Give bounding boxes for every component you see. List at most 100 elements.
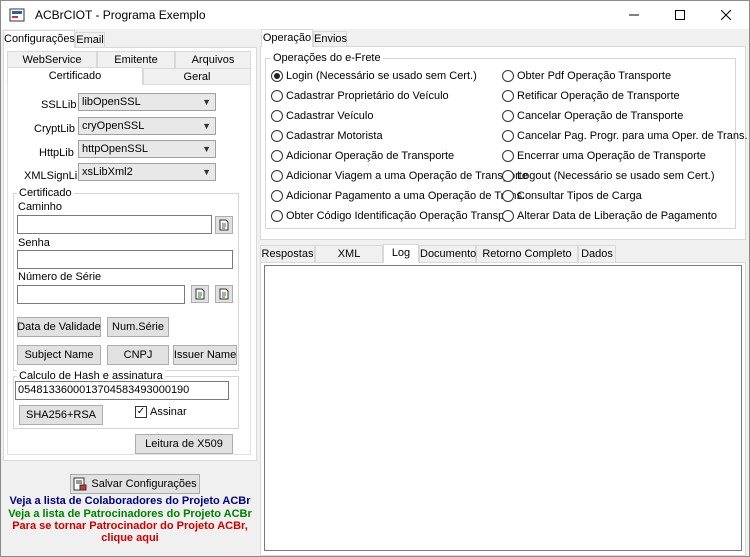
op-radio-col2-2[interactable]: Retificar Operação de Transporte [502,90,680,102]
maximize-icon[interactable] [657,1,703,29]
tornar-patrocinador-link[interactable]: Para se tornar Patrocinador do Projeto A… [1,520,259,532]
caminho-label: Caminho [18,201,63,213]
op-radio-col1-6[interactable]: Adicionar Viagem a uma Operação de Trans… [271,170,528,182]
op-radio-col2-1[interactable]: Obter Pdf Operação Transporte [502,70,671,82]
httplib-select[interactable]: httpOpenSSL ▼ [78,140,216,158]
cnpj-button[interactable]: CNPJ [107,345,169,365]
op-label: Login (Necessário se usado sem Cert.) [286,70,477,82]
tab-certificado[interactable]: Certificado [7,67,143,85]
tab-arquivos[interactable]: Arquivos [175,51,251,69]
op-label: Adicionar Operação de Transporte [286,150,455,162]
cryptlib-select[interactable]: cryOpenSSL ▼ [78,117,216,135]
window-title: ACBrCIOT - Programa Exemplo [35,8,206,22]
tab-geral[interactable]: Geral [143,68,251,85]
xmlsignlib-label: XMLSignLib [24,170,84,182]
radio-circle-icon [271,210,283,222]
op-label: Cadastrar Proprietário do Veículo [286,90,449,102]
leitura-x509-button[interactable]: Leitura de X509 [135,434,233,454]
title-bar: ACBrCIOT - Programa Exemplo [1,1,749,29]
radio-circle-icon [502,110,514,122]
subject-name-button[interactable]: Subject Name [17,345,101,365]
log-textarea[interactable] [264,265,742,551]
radio-circle-icon [502,150,514,162]
hash-input[interactable]: 05481336000137045834930001​90 [15,381,229,400]
tab-envios[interactable]: Envios [313,31,347,47]
httplib-label: HttpLib [39,147,74,159]
radio-circle-icon [271,90,283,102]
issuer-name-button[interactable]: Issuer Name [173,345,237,365]
radio-circle-icon [271,170,283,182]
tab-operacao[interactable]: Operação [261,29,313,47]
tab-documento[interactable]: Documento [419,245,476,263]
salvar-configuracoes-button[interactable]: Salvar Configurações [70,474,200,494]
tab-configuracoes[interactable]: Configurações [3,30,75,48]
app-window: ACBrCIOT - Programa Exemplo Configuraçõe… [0,0,750,557]
op-radio-col2-6[interactable]: Logout (Necessário se usado sem Cert.) [502,170,714,182]
radio-circle-icon [502,70,514,82]
op-radio-col2-4[interactable]: Cancelar Pag. Progr. para uma Oper. de T… [502,130,748,142]
op-radio-col1-3[interactable]: Cadastrar Veículo [271,110,373,122]
select-certificate-button[interactable] [215,285,233,303]
chevron-down-icon: ▼ [202,144,211,154]
ssllib-label: SSLLib [41,99,77,111]
clique-aqui-link[interactable]: clique aqui [1,532,259,544]
radio-circle-icon [502,90,514,102]
op-label: Adicionar Viagem a uma Operação de Trans… [286,170,528,182]
lookup-serie-button[interactable] [191,285,209,303]
op-label: Encerrar uma Operação de Transporte [517,150,706,162]
op-radio-col1-2[interactable]: Cadastrar Proprietário do Veículo [271,90,449,102]
serie-input[interactable] [17,285,185,304]
data-validade-button[interactable]: Data de Validade [17,317,101,337]
tab-email[interactable]: Email [75,32,105,48]
chevron-down-icon: ▼ [202,167,211,177]
ssllib-select[interactable]: libOpenSSL ▼ [78,93,216,111]
radio-circle-icon [502,170,514,182]
chevron-down-icon: ▼ [202,121,211,131]
op-radio-col1-7[interactable]: Adicionar Pagamento a uma Operação de Tr… [271,190,525,202]
tab-dados[interactable]: Dados [578,245,616,263]
chevron-down-icon: ▼ [202,97,211,107]
senha-input[interactable] [17,250,233,269]
op-radio-col1-1[interactable]: Login (Necessário se usado sem Cert.) [271,70,477,82]
radio-circle-icon [271,110,283,122]
colaboradores-link[interactable]: Veja a lista de Colaboradores do Projeto… [1,495,259,507]
tab-xml-resposta[interactable]: XML Resposta [315,245,383,276]
radio-circle-icon [502,130,514,142]
acbr-app-icon [9,8,25,22]
assinar-label: Assinar [150,406,187,418]
op-radio-col2-8[interactable]: Alterar Data de Liberação de Pagamento [502,210,717,222]
assinar-checkbox[interactable]: ✓ Assinar [135,406,187,418]
xmlsignlib-select[interactable]: xsLibXml2 ▼ [78,163,216,181]
caminho-input[interactable] [17,215,212,234]
radio-circle-icon [502,190,514,202]
tab-retorno-completo-ws[interactable]: Retorno Completo WS [476,245,578,276]
op-label: Cancelar Pag. Progr. para uma Oper. de T… [517,130,748,142]
op-label: Alterar Data de Liberação de Pagamento [517,210,717,222]
op-label: Consultar Tipos de Carga [517,190,642,202]
radio-circle-icon [271,150,283,162]
patrocinadores-link[interactable]: Veja a lista de Patrocinadores do Projet… [1,508,259,520]
tab-log[interactable]: Log [383,244,419,263]
document-icon [195,288,205,300]
op-label: Obter Código Identificação Operação Tran… [286,210,508,222]
ops-group-title: Operações do e-Frete [271,52,383,64]
radio-circle-icon [271,70,283,82]
close-icon[interactable] [703,1,749,29]
op-radio-col1-4[interactable]: Cadastrar Motorista [271,130,383,142]
op-radio-col2-7[interactable]: Consultar Tipos de Carga [502,190,642,202]
cryptlib-label: CryptLib [34,123,75,135]
op-radio-col1-8[interactable]: Obter Código Identificação Operação Tran… [271,210,507,222]
op-label: Cancelar Operação de Transporte [517,110,684,122]
num-serie-button[interactable]: Num.Série [107,317,169,337]
op-radio-col2-5[interactable]: Encerrar uma Operação de Transporte [502,150,706,162]
sha256-rsa-button[interactable]: SHA256+RSA [19,405,103,425]
browse-file-button[interactable] [215,216,233,234]
radio-circle-icon [502,210,514,222]
op-radio-col1-5[interactable]: Adicionar Operação de Transporte [271,150,454,162]
document-icon [219,219,229,231]
document-icon [219,288,229,300]
radio-circle-icon [271,190,283,202]
minimize-icon[interactable] [611,1,657,29]
op-radio-col2-3[interactable]: Cancelar Operação de Transporte [502,110,683,122]
tab-respostas[interactable]: Respostas [260,245,315,263]
